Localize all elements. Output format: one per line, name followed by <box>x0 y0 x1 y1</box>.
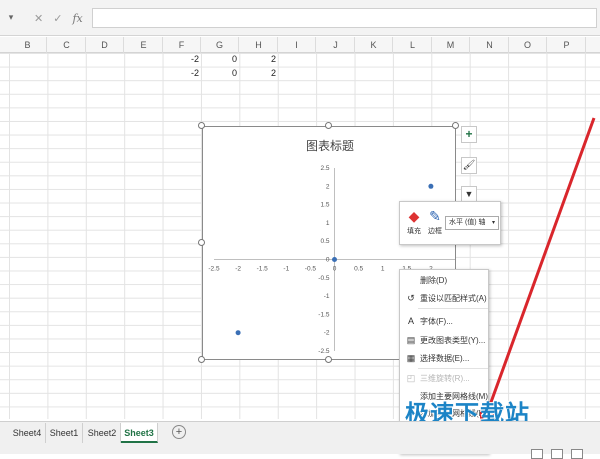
chart-elements-button[interactable]: + <box>461 126 477 143</box>
sheet-tab-sheet4[interactable]: Sheet4 <box>9 423 46 443</box>
y-tick-label: -2.5 <box>318 348 330 355</box>
menu-item-icon: ▦ <box>406 353 416 363</box>
column-header-p[interactable]: P <box>548 37 586 53</box>
x-tick-label: 0 <box>333 266 337 273</box>
column-headers: BCDEFGHIJKLMNOP <box>0 37 600 53</box>
column-header-h[interactable]: H <box>240 37 278 53</box>
y-tick-label: -2 <box>324 330 330 337</box>
column-header-m[interactable]: M <box>432 37 470 53</box>
cell-h1[interactable]: 2 <box>246 54 276 64</box>
column-header-g[interactable]: G <box>201 37 239 53</box>
sheet-tab-sheet1[interactable]: Sheet1 <box>46 423 83 443</box>
formula-bar: ▾ ✕ ✓ fx <box>0 0 600 36</box>
column-header-l[interactable]: L <box>394 37 432 53</box>
column-header-k[interactable]: K <box>355 37 393 53</box>
x-tick-label: -1.5 <box>257 266 269 273</box>
normal-view-icon[interactable] <box>531 449 543 459</box>
context-menu-item[interactable]: A 字体(F)... <box>400 313 488 330</box>
fill-button[interactable]: ◆ 填充 <box>404 206 424 236</box>
menu-item-icon: ▤ <box>406 335 416 345</box>
context-menu-item: ◰ 三维旋转(R)... <box>400 370 488 387</box>
x-tick-label: -0.5 <box>305 266 317 273</box>
sheet-tab-bar: Sheet4 Sheet1 Sheet2 Sheet3 + <box>0 421 600 459</box>
x-tick-label: 0.5 <box>354 266 363 273</box>
menu-separator <box>418 368 488 369</box>
menu-item-icon: ◰ <box>406 373 416 383</box>
chart-element-select-value: 水平 (值) 轴 <box>449 219 486 226</box>
resize-handle[interactable] <box>325 356 332 363</box>
column-header-n[interactable]: N <box>471 37 509 53</box>
chart-element-select[interactable]: 水平 (值) 轴 ▾ <box>445 216 499 230</box>
resize-handle[interactable] <box>198 239 205 246</box>
data-point <box>235 330 241 336</box>
border-pen-icon: ✎ <box>429 208 441 224</box>
column-header-j[interactable]: J <box>317 37 355 53</box>
x-tick-label: -2 <box>235 266 241 273</box>
column-header-i[interactable]: I <box>278 37 316 53</box>
namebox-dropdown-icon[interactable]: ▾ <box>4 10 18 24</box>
chevron-down-icon: ▾ <box>491 220 495 226</box>
formula-input[interactable] <box>92 8 597 28</box>
column-header-b[interactable]: B <box>9 37 47 53</box>
context-menu-item[interactable]: 删除(D) <box>400 272 488 289</box>
x-tick-label: -2.5 <box>208 266 220 273</box>
cell-h2[interactable]: 2 <box>246 68 276 78</box>
menu-item-label: 更改图表类型(Y)... <box>420 336 486 345</box>
y-tick-label: 2.5 <box>320 165 329 172</box>
data-point <box>332 257 337 262</box>
y-tick-label: -0.5 <box>318 275 330 282</box>
confirm-icon[interactable]: ✓ <box>53 12 62 25</box>
context-menu-item[interactable]: ↺ 重设以匹配样式(A) <box>400 290 488 307</box>
fill-bucket-icon: ◆ <box>408 208 420 224</box>
menu-item-icon: A <box>407 316 414 326</box>
column-header-o[interactable]: O <box>509 37 547 53</box>
y-tick-label: 1 <box>326 220 330 227</box>
cell-g1[interactable]: 0 <box>207 54 237 64</box>
resize-handle[interactable] <box>198 122 205 129</box>
border-button[interactable]: ✎ 边框 <box>425 206 445 236</box>
border-label: 边框 <box>428 228 442 235</box>
menu-item-label: 选择数据(E)... <box>420 354 470 363</box>
chart-styles-button[interactable]: 🖌 <box>461 157 477 174</box>
y-tick-label: 2 <box>326 183 330 190</box>
data-point <box>428 183 434 189</box>
cancel-icon[interactable]: ✕ <box>34 12 43 25</box>
menu-item-icon: ↺ <box>407 293 415 303</box>
y-tick-label: 0.5 <box>320 238 329 245</box>
context-menu-item[interactable]: ▦ 选择数据(E)... <box>400 350 488 367</box>
resize-handle[interactable] <box>198 356 205 363</box>
sheet-tab-sheet3[interactable]: Sheet3 <box>121 423 158 443</box>
menu-item-label: 字体(F)... <box>420 317 453 326</box>
format-mini-toolbar: ◆ 填充 ✎ 边框 水平 (值) 轴 ▾ <box>399 201 501 245</box>
x-tick-label: 1 <box>381 266 385 273</box>
page-break-icon[interactable] <box>571 449 583 459</box>
y-tick-label: 1.5 <box>320 202 329 209</box>
cell-f1[interactable]: -2 <box>169 54 199 64</box>
resize-handle[interactable] <box>325 122 332 129</box>
menu-item-label: 删除(D) <box>420 276 448 285</box>
menu-item-label: 三维旋转(R)... <box>420 374 470 383</box>
page-layout-icon[interactable] <box>551 449 563 459</box>
column-header-d[interactable]: D <box>86 37 124 53</box>
cell-f2[interactable]: -2 <box>169 68 199 78</box>
menu-separator <box>418 308 488 309</box>
y-tick-label: 0 <box>326 257 330 264</box>
menu-item-label: 重设以匹配样式(A) <box>420 294 487 303</box>
y-tick-label: -1.5 <box>318 311 330 318</box>
sheet-tab-sheet2[interactable]: Sheet2 <box>84 423 121 443</box>
column-header-e[interactable]: E <box>125 37 163 53</box>
insert-function-icon[interactable]: fx <box>72 12 82 25</box>
fill-label: 填充 <box>407 228 421 235</box>
resize-handle[interactable] <box>452 122 459 129</box>
cell-g2[interactable]: 0 <box>207 68 237 78</box>
formula-controls: ✕ ✓ fx <box>26 8 90 28</box>
x-tick-label: -1 <box>283 266 289 273</box>
column-header-c[interactable]: C <box>48 37 86 53</box>
context-menu-item[interactable]: ▤ 更改图表类型(Y)... <box>400 332 488 349</box>
column-header-f[interactable]: F <box>163 37 201 53</box>
add-sheet-button[interactable]: + <box>172 425 186 439</box>
y-tick-label: -1 <box>324 293 330 300</box>
